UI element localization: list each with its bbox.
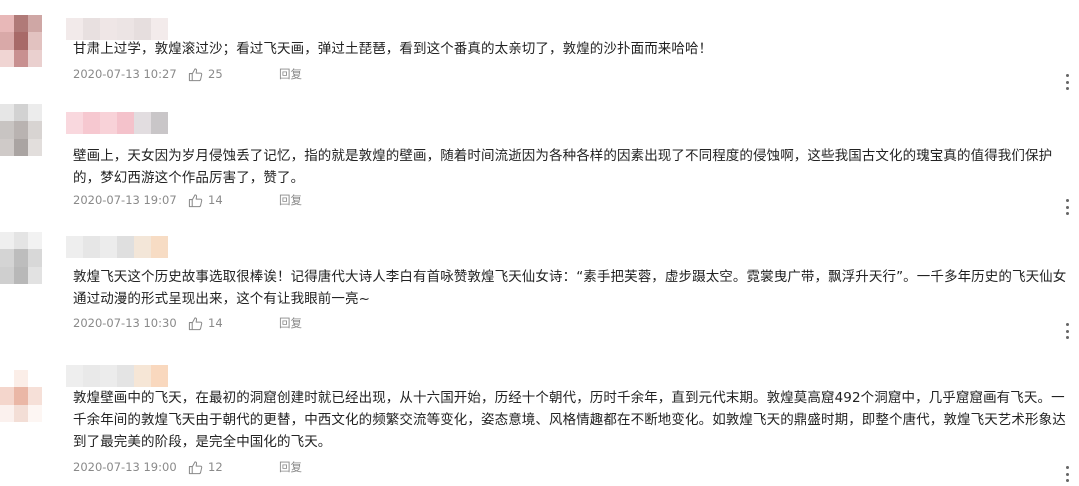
avatar-pixel bbox=[0, 15, 14, 33]
username-pixel bbox=[100, 18, 117, 40]
avatar[interactable] bbox=[0, 232, 42, 284]
avatar-pixel bbox=[28, 266, 42, 284]
avatar-pixel bbox=[14, 121, 28, 139]
avatar-pixel bbox=[14, 404, 28, 422]
username-pixel bbox=[151, 112, 168, 134]
avatar-pixel bbox=[0, 370, 14, 388]
username-pixel bbox=[134, 365, 151, 387]
avatar[interactable] bbox=[0, 104, 42, 156]
like-button[interactable]: 25 bbox=[188, 66, 223, 82]
thumbs-up-icon bbox=[188, 316, 203, 330]
avatar-pixel bbox=[0, 266, 14, 284]
avatar-pixel bbox=[0, 404, 14, 422]
more-options-icon[interactable] bbox=[1060, 323, 1074, 339]
avatar-pixel bbox=[28, 404, 42, 422]
avatar-pixel bbox=[0, 121, 14, 139]
thumbs-up-icon bbox=[188, 460, 203, 474]
comment-text: 甘肃上过学，敦煌滚过沙；看过飞天画，弹过土琵琶，看到这个番真的太亲切了，敦煌的沙… bbox=[73, 41, 713, 57]
avatar-pixel bbox=[14, 387, 28, 405]
username-pixel bbox=[151, 365, 168, 387]
avatar-pixel bbox=[14, 232, 28, 250]
avatar-pixel bbox=[28, 232, 42, 250]
more-options-icon[interactable] bbox=[1060, 199, 1074, 215]
avatar-pixel bbox=[14, 15, 28, 33]
username[interactable] bbox=[66, 112, 168, 134]
username[interactable] bbox=[66, 18, 168, 40]
reply-button[interactable]: 回复 bbox=[279, 192, 302, 208]
avatar-pixel bbox=[0, 32, 14, 50]
avatar[interactable] bbox=[0, 370, 42, 422]
reply-button[interactable]: 回复 bbox=[279, 459, 302, 475]
avatar-pixel bbox=[28, 49, 42, 67]
avatar-pixel bbox=[28, 121, 42, 139]
reply-button[interactable]: 回复 bbox=[279, 66, 302, 82]
username[interactable] bbox=[66, 365, 168, 387]
avatar-pixel bbox=[0, 138, 14, 156]
avatar-pixel bbox=[0, 249, 14, 267]
username-pixel bbox=[134, 112, 151, 134]
username-pixel bbox=[100, 112, 117, 134]
thumbs-up-icon bbox=[188, 67, 203, 81]
like-button[interactable]: 14 bbox=[188, 192, 223, 208]
username-pixel bbox=[66, 365, 83, 387]
username-pixel bbox=[100, 365, 117, 387]
avatar-pixel bbox=[0, 232, 14, 250]
avatar-pixel bbox=[28, 32, 42, 50]
username[interactable] bbox=[66, 236, 168, 258]
avatar-pixel bbox=[28, 249, 42, 267]
more-options-icon[interactable] bbox=[1060, 466, 1074, 482]
username-pixel bbox=[117, 112, 134, 134]
more-options-icon[interactable] bbox=[1060, 74, 1074, 90]
avatar-pixel bbox=[28, 138, 42, 156]
comment-text: 敦煌飞天这个历史故事选取很棒诶！记得唐代大诗人李白有首咏赞敦煌飞天仙女诗：“素手… bbox=[73, 269, 1067, 307]
username-pixel bbox=[100, 236, 117, 258]
avatar-pixel bbox=[14, 370, 28, 388]
avatar-pixel bbox=[14, 138, 28, 156]
username-pixel bbox=[83, 18, 100, 40]
thumbs-up-icon bbox=[188, 193, 203, 207]
avatar-pixel bbox=[28, 370, 42, 388]
comment-date: 2020-07-13 10:27 bbox=[73, 67, 177, 81]
username-pixel bbox=[66, 236, 83, 258]
avatar-pixel bbox=[14, 266, 28, 284]
username-pixel bbox=[83, 236, 100, 258]
like-count: 14 bbox=[208, 316, 223, 330]
username-pixel bbox=[134, 18, 151, 40]
username-pixel bbox=[151, 236, 168, 258]
username-pixel bbox=[117, 18, 134, 40]
username-pixel bbox=[117, 236, 134, 258]
like-button[interactable]: 12 bbox=[188, 459, 223, 475]
username-pixel bbox=[151, 18, 168, 40]
avatar-pixel bbox=[0, 49, 14, 67]
reply-button[interactable]: 回复 bbox=[279, 315, 302, 331]
username-pixel bbox=[83, 112, 100, 134]
avatar[interactable] bbox=[0, 15, 42, 67]
avatar-pixel bbox=[14, 49, 28, 67]
comment-text: 敦煌壁画中的飞天，在最初的洞窟创建时就已经出现，从十六国开始，历经十个朝代，历时… bbox=[73, 390, 1066, 450]
comment-date: 2020-07-13 19:00 bbox=[73, 460, 177, 474]
avatar-pixel bbox=[14, 32, 28, 50]
comment-date: 2020-07-13 19:07 bbox=[73, 193, 177, 207]
avatar-pixel bbox=[14, 104, 28, 122]
avatar-pixel bbox=[0, 104, 14, 122]
username-pixel bbox=[83, 365, 100, 387]
avatar-pixel bbox=[28, 387, 42, 405]
comment-date: 2020-07-13 10:30 bbox=[73, 316, 177, 330]
username-pixel bbox=[134, 236, 151, 258]
username-pixel bbox=[117, 365, 134, 387]
like-count: 12 bbox=[208, 460, 223, 474]
comment-text: 壁画上，天女因为岁月侵蚀丢了记忆，指的就是敦煌的壁画，随着时间流逝因为各种各样的… bbox=[73, 148, 1053, 186]
like-count: 25 bbox=[208, 67, 223, 81]
username-pixel bbox=[66, 112, 83, 134]
username-pixel bbox=[66, 18, 83, 40]
like-count: 14 bbox=[208, 193, 223, 207]
avatar-pixel bbox=[0, 387, 14, 405]
avatar-pixel bbox=[28, 15, 42, 33]
avatar-pixel bbox=[14, 249, 28, 267]
like-button[interactable]: 14 bbox=[188, 315, 223, 331]
avatar-pixel bbox=[28, 104, 42, 122]
